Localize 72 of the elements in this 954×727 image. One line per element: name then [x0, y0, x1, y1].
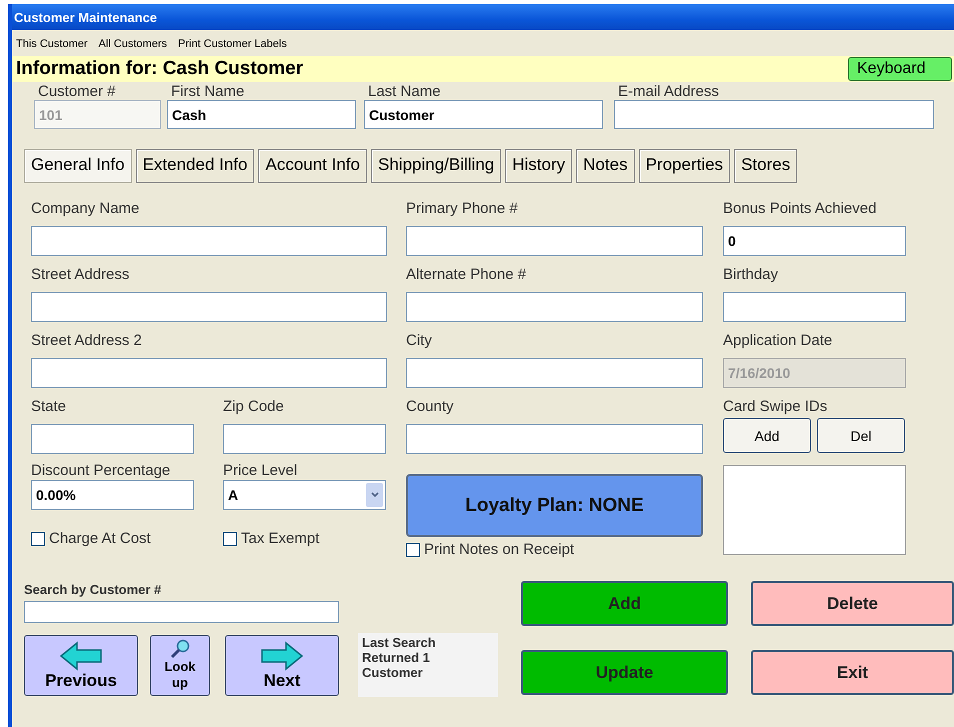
- card-id-button[interactable]: Del: [817, 418, 905, 453]
- field-label: State: [31, 398, 68, 416]
- input-field[interactable]: [614, 100, 934, 129]
- input-field[interactable]: Customer: [364, 100, 603, 129]
- tab[interactable]: Shipping/Billing: [371, 149, 502, 183]
- field-label: Primary Phone #: [406, 200, 519, 218]
- input-field[interactable]: [406, 424, 703, 454]
- previous-button[interactable]: Previous: [24, 635, 138, 696]
- input-field[interactable]: 0: [723, 226, 906, 256]
- keyboard-button[interactable]: Keyboard: [848, 57, 952, 81]
- input-field[interactable]: Cash: [167, 100, 356, 129]
- field-label: Street Address 2: [31, 332, 143, 350]
- checkbox-label: Tax Exempt: [241, 530, 320, 547]
- checkbox[interactable]: [406, 542, 420, 556]
- tab[interactable]: Notes: [576, 149, 635, 183]
- action-button[interactable]: Exit: [751, 650, 954, 695]
- field-label: First Name: [170, 84, 246, 100]
- input-field[interactable]: 0.00%: [31, 480, 194, 510]
- menu-item[interactable]: All Customers: [98, 38, 167, 50]
- tab[interactable]: Stores: [734, 149, 798, 183]
- menu-item[interactable]: This Customer: [16, 38, 88, 50]
- field-label: Application Date: [723, 332, 834, 350]
- right-arrow-icon: [260, 641, 304, 671]
- checkbox[interactable]: [31, 532, 45, 546]
- window-title: Customer Maintenance: [14, 10, 158, 24]
- card-id-button[interactable]: Add: [723, 418, 811, 453]
- input-field[interactable]: [406, 226, 703, 256]
- checkbox-label: Print Notes on Receipt: [424, 541, 574, 558]
- checkbox[interactable]: [223, 532, 237, 546]
- action-button[interactable]: Update: [521, 650, 728, 695]
- field-label: Company Name: [31, 200, 140, 218]
- dropdown[interactable]: A: [223, 480, 386, 510]
- input-field[interactable]: [406, 292, 703, 322]
- list-box[interactable]: [723, 465, 906, 555]
- input-field[interactable]: [31, 292, 387, 322]
- checkbox-label: Charge At Cost: [49, 530, 151, 547]
- search-label: Search by Customer #: [24, 582, 162, 597]
- input-field[interactable]: [723, 292, 906, 322]
- input-field[interactable]: [31, 424, 194, 454]
- field-label: Zip Code: [223, 398, 285, 416]
- input-field[interactable]: [31, 226, 387, 256]
- search-field[interactable]: [24, 601, 339, 623]
- field-label: Alternate Phone #: [406, 266, 528, 284]
- action-button[interactable]: Add: [521, 581, 728, 626]
- field-label: Discount Percentage: [31, 462, 172, 480]
- lookup-button[interactable]: Look up: [150, 635, 210, 696]
- tab[interactable]: History: [505, 149, 572, 183]
- field-label: County: [406, 398, 455, 416]
- field-label: Card Swipe IDs: [723, 398, 828, 416]
- input-field[interactable]: [223, 424, 386, 454]
- tab[interactable]: Account Info: [258, 149, 367, 183]
- tab[interactable]: General Info: [24, 149, 132, 183]
- field-label: E-mail Address: [617, 84, 720, 100]
- left-arrow-icon: [59, 641, 103, 671]
- field-label: Customer #: [37, 84, 117, 100]
- field-label: Birthday: [723, 266, 780, 284]
- field-label: Street Address: [31, 266, 130, 284]
- field-label: City: [406, 332, 433, 350]
- field-label: Price Level: [223, 462, 298, 480]
- header-title: Information for: Cash Customer: [16, 58, 304, 80]
- tab[interactable]: Extended Info: [136, 149, 254, 183]
- search-result-text: Last Search Returned 1 Customer: [358, 633, 498, 697]
- magnifier-icon: [169, 639, 191, 659]
- field-label: Bonus Points Achieved: [723, 200, 878, 218]
- menu-item[interactable]: Print Customer Labels: [178, 38, 287, 50]
- tab[interactable]: Properties: [638, 149, 730, 183]
- input-field[interactable]: [31, 358, 387, 388]
- input-field[interactable]: [406, 358, 703, 388]
- loyalty-plan-button[interactable]: Loyalty Plan: NONE: [406, 474, 703, 537]
- next-button[interactable]: Next: [225, 635, 339, 696]
- field-label: Last Name: [367, 84, 442, 100]
- action-button[interactable]: Delete: [751, 581, 954, 626]
